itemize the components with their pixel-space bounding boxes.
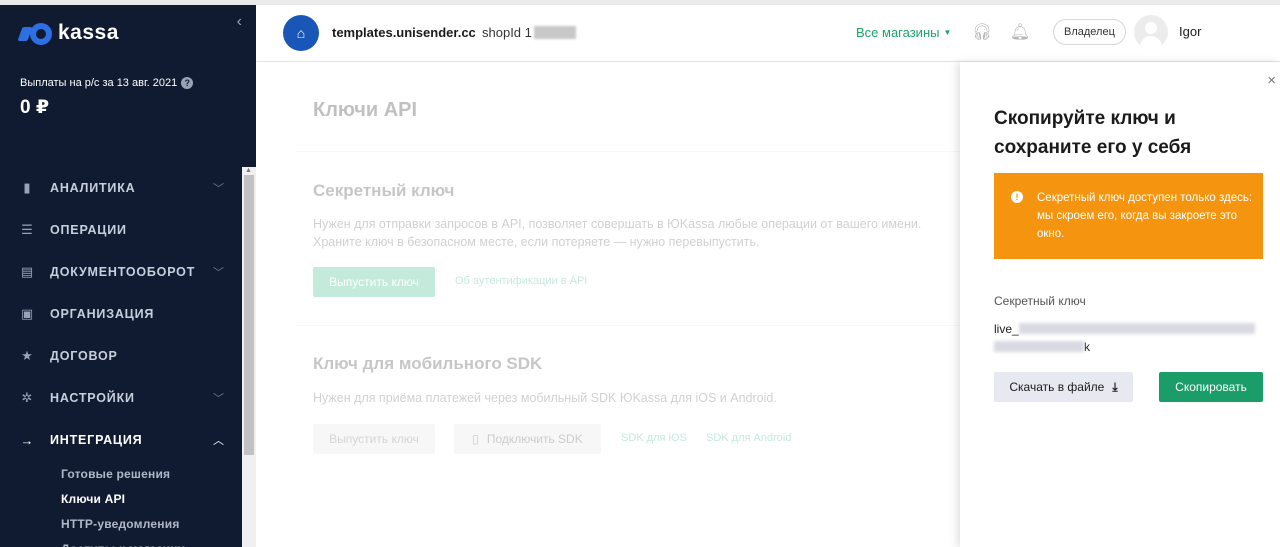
top-header: ⌂ templates.unisender.cc shopId 1 Все ма… [256,5,1280,62]
chevron-down-icon: ﹀ [213,393,224,405]
payout-value: 0 ₽ [20,97,50,118]
shop-id-label: shopId [482,25,522,40]
sidebar-scrollbar[interactable]: ▲ [242,167,256,547]
key-redacted [994,341,1084,352]
payout-label-text: Выплаты на р/с за 13 авг. 2021 [20,77,178,89]
payout-block: Выплаты на р/с за 13 авг. 2021 ? 0 ₽ [20,77,194,119]
copy-button[interactable]: Скопировать [1159,372,1263,402]
sidebar-item-label: ДОГОВОР [50,349,118,363]
download-label: Скачать в файле [1009,380,1105,394]
help-icon[interactable]: ? [181,77,194,89]
scrollbar-thumb[interactable] [244,175,254,455]
collapse-sidebar-icon[interactable]: ‹ [237,13,242,31]
shop-name[interactable]: templates.unisender.cc [332,25,476,40]
shop-icon[interactable]: ⌂ [283,15,319,51]
bell-icon[interactable]: 🔔︎ [1010,22,1030,42]
auth-api-link[interactable]: Об аутентификации в API [455,275,587,287]
page-title: Ключи API [313,99,418,121]
logo[interactable]: kassa [17,21,119,45]
all-shops-dropdown[interactable]: Все магазины ▼ [856,25,951,40]
connect-sdk-button[interactable]: ▯ Подключить SDK [454,424,601,454]
all-shops-label: Все магазины [856,25,940,40]
sidebar-item-label: ОРГАНИЗАЦИЯ [50,307,155,321]
logo-icon [17,22,52,45]
payout-label: Выплаты на р/с за 13 авг. 2021 ? [20,77,194,89]
secret-key-value[interactable]: live_ k [994,320,1266,356]
sidebar: ‹ kassa Выплаты на р/с за 13 авг. 2021 ?… [0,5,256,547]
secret-key-text-2: Храните ключ в безопасном месте, если по… [313,235,760,249]
sidebar-item-label: ИНТЕГРАЦИЯ [50,433,143,447]
logo-text: kassa [58,21,119,44]
gear-icon: ✲ [21,390,33,405]
key-redacted [1018,323,1255,334]
sidebar-subitem-api-keys[interactable]: Ключи API [0,486,242,511]
sidebar-item-analytics[interactable]: ▮ АНАЛИТИКА ﹀ [0,167,242,209]
warning-alert: ! Секретный ключ доступен только здесь: … [994,173,1263,259]
headset-icon[interactable]: 🎧︎ [972,22,992,42]
sidebar-subitem-shop-access[interactable]: Доступы к магазину [0,536,242,547]
sidebar-item-label: ДОКУМЕНТООБОРОТ [50,265,196,279]
key-prefix: live_ [994,322,1019,336]
phone-icon: ▯ [472,432,479,446]
secret-key-label: Секретный ключ [994,294,1086,308]
secret-key-text-1: Нужен для отправки запросов в API, позво… [313,217,922,231]
connect-sdk-label: Подключить SDK [486,432,583,446]
download-icon: ⤓ [1112,379,1118,394]
chevron-down-icon: ﹀ [213,183,224,195]
avatar[interactable] [1134,15,1168,49]
sidebar-item-label: АНАЛИТИКА [50,181,136,195]
document-icon: ▤ [20,264,34,279]
main-content: Ключи API Секретный ключ Нужен для отпра… [256,62,960,547]
panel-title: Скопируйте ключ и сохраните его у себя [994,108,1192,158]
owner-button[interactable]: Владелец [1053,19,1126,45]
shop-id-redacted [533,26,576,39]
shop-id: shopId 1 [482,25,576,40]
chevron-down-icon: ﹀ [213,267,224,279]
chevron-up-icon: ︿ [213,435,224,447]
secret-key-title: Секретный ключ [313,181,455,200]
sidebar-item-settings[interactable]: ✲ НАСТРОЙКИ ﹀ [0,377,242,419]
download-file-button[interactable]: Скачать в файле ⤓ [994,372,1133,402]
star-icon: ★ [21,348,33,363]
sidebar-nav: ▮ АНАЛИТИКА ﹀ ☰ ОПЕРАЦИИ ▤ ДОКУМЕНТООБОР… [0,167,242,547]
user-name[interactable]: Igor [1179,24,1201,39]
close-icon[interactable]: × [1267,72,1276,89]
sdk-ios-link[interactable]: SDK для iOS [621,432,687,444]
sidebar-item-contract[interactable]: ★ ДОГОВОР [0,335,242,377]
chart-icon: ▮ [23,180,31,195]
list-icon: ☰ [21,222,33,237]
warning-icon: ! [1011,191,1023,203]
sidebar-item-label: ОПЕРАЦИИ [50,223,127,237]
issue-key-button[interactable]: Выпустить ключ [313,267,435,297]
sidebar-item-operations[interactable]: ☰ ОПЕРАЦИИ [0,209,242,251]
sidebar-item-documents[interactable]: ▤ ДОКУМЕНТООБОРОТ ﹀ [0,251,242,293]
divider [296,325,960,326]
caret-down-icon: ▼ [943,28,952,37]
scroll-up-icon[interactable]: ▲ [245,167,252,174]
sidebar-item-label: НАСТРОЙКИ [50,391,135,405]
key-suffix: k [1084,340,1090,354]
sidebar-subitem-ready-solutions[interactable]: Готовые решения [0,461,242,486]
organization-icon: ▣ [20,306,34,321]
sdk-key-text: Нужен для приёма платежей через мобильны… [313,391,777,405]
divider [296,151,960,152]
shop-id-value: 1 [524,25,532,40]
sdk-android-link[interactable]: SDK для Android [706,432,791,444]
copy-key-panel: × Скопируйте ключ и сохраните его у себя… [960,62,1280,547]
sdk-key-title: Ключ для мобильного SDK [313,354,543,373]
arrow-right-icon: → [20,432,34,448]
sidebar-item-organization[interactable]: ▣ ОРГАНИЗАЦИЯ [0,293,242,335]
warning-text: Секретный ключ доступен только здесь: мы… [1037,192,1253,240]
sidebar-subitem-http-notifications[interactable]: HTTP-уведомления [0,511,242,536]
sidebar-item-integration[interactable]: → ИНТЕГРАЦИЯ ︿ [0,419,242,461]
issue-sdk-key-button[interactable]: Выпустить ключ [313,424,435,454]
